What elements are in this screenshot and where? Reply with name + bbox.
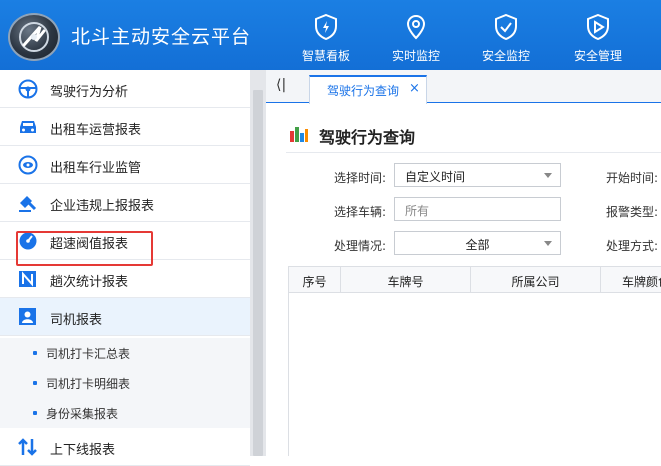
steering-wheel-icon (18, 79, 38, 99)
sidebar-item-label: 出租车行业监管 (50, 161, 142, 176)
sidebar-item-driver-report[interactable]: 司机报表 (0, 298, 250, 336)
app-logo[interactable] (8, 13, 60, 61)
time-select[interactable]: 自定义时间 (394, 163, 561, 187)
sub-item-label: 身份采集报表 (46, 407, 119, 421)
status-label: 处理情况: (334, 239, 387, 253)
nav-label: 安全监控 (481, 49, 530, 63)
selection-highlight-box (16, 231, 153, 266)
table-header-cell[interactable]: 车牌颜色 (601, 267, 661, 293)
bullet-dot (33, 411, 37, 415)
sidebar-item-label: 企业违规上报报表 (50, 199, 155, 214)
nav-safety-monitor[interactable]: 安全监控 (461, 0, 551, 70)
eye-icon (18, 155, 38, 175)
sidebar-scrollbar[interactable] (250, 70, 266, 456)
sidebar-item-label: 趟次统计报表 (50, 275, 129, 290)
chevron-down-icon (544, 173, 552, 178)
sidebar-item-violation-report[interactable]: 企业违规上报报表 (0, 184, 250, 222)
sidebar-item-taxi-supervision[interactable]: 出租车行业监管 (0, 146, 250, 184)
sub-item-label: 司机打卡明细表 (46, 377, 131, 391)
shield-check-icon (495, 14, 517, 40)
location-pin-icon (406, 14, 426, 40)
sub-item-driver-checkin-summary[interactable]: 司机打卡汇总表 (0, 338, 250, 368)
sidebar-item-taxi-operation[interactable]: 出租车运营报表 (0, 108, 250, 146)
user-icon (19, 308, 36, 325)
nav-label: 安全管理 (573, 49, 622, 63)
results-table: 序号 车牌号 所属公司 车牌颜色 (288, 266, 661, 456)
nav-realtime-monitor[interactable]: 实时监控 (371, 0, 461, 70)
sub-item-identity-collection[interactable]: 身份采集报表 (0, 398, 250, 428)
nav-dashboard[interactable]: 智慧看板 (281, 0, 371, 70)
sidebar-item-online-offline[interactable]: 上下线报表 (0, 428, 250, 466)
top-header: 北斗主动安全云平台 智慧看板 实时监控 安全监控 安全管理 (0, 0, 661, 70)
table-header-cell[interactable]: 所属公司 (471, 267, 601, 293)
sidebar-item-label: 司机报表 (50, 313, 103, 328)
bar-chart-icon (290, 127, 308, 142)
sidebar-item-driving-behavior[interactable]: 驾驶行为分析 (0, 70, 250, 108)
shield-flash-icon (315, 14, 337, 40)
table-header: 序号 车牌号 所属公司 车牌颜色 (289, 266, 661, 293)
nav-label: 智慧看板 (301, 49, 350, 63)
tab-driving-behavior-query[interactable]: 驾驶行为查询 × (309, 75, 427, 104)
up-down-arrows-icon (18, 438, 37, 456)
page-title: 驾驶行为查询 (319, 128, 416, 147)
time-select-value: 自定义时间 (405, 170, 466, 184)
tab-close-icon[interactable]: × (409, 81, 420, 96)
table-header-cell[interactable]: 车牌号 (341, 267, 471, 293)
start-time-label: 开始时间: (606, 171, 659, 185)
scrollbar-thumb[interactable] (253, 90, 263, 456)
app-title: 北斗主动安全云平台 (71, 26, 252, 48)
nav-safety-management[interactable]: 安全管理 (553, 0, 643, 70)
status-select[interactable]: 全部 (394, 231, 561, 255)
status-select-value: 全部 (465, 238, 490, 252)
main-content: ⟨| 驾驶行为查询 × 驾驶行为查询 选择时间: 自定义时间 开始时间: 选择车… (266, 70, 661, 456)
sub-item-driver-checkin-detail[interactable]: 司机打卡明细表 (0, 368, 250, 398)
title-divider (286, 152, 661, 153)
time-label: 选择时间: (334, 171, 387, 185)
table-header-cell[interactable]: 序号 (289, 267, 341, 293)
vehicle-label: 选择车辆: (334, 205, 387, 219)
sub-item-label: 司机打卡汇总表 (46, 347, 131, 361)
chart-n-icon (19, 271, 36, 287)
sidebar-item-label: 驾驶行为分析 (50, 85, 129, 100)
vehicle-input-placeholder: 所有 (405, 204, 430, 218)
sidebar-item-label: 出租车运营报表 (50, 123, 142, 138)
sidebar-item-label: 上下线报表 (50, 443, 116, 458)
alarm-type-label: 报警类型: (606, 205, 659, 219)
chevron-down-icon (544, 241, 552, 246)
vehicle-input[interactable]: 所有 (394, 197, 561, 221)
method-label: 处理方式: (606, 239, 659, 253)
bullet-dot (33, 381, 37, 385)
collapse-sidebar-button[interactable]: ⟨| (276, 77, 286, 93)
bullet-dot (33, 351, 37, 355)
gavel-icon (19, 196, 37, 212)
tab-label: 驾驶行为查询 (327, 84, 400, 98)
tab-bar: ⟨| 驾驶行为查询 × (266, 70, 661, 104)
logo-emblem-icon (19, 22, 49, 52)
nav-label: 实时监控 (391, 49, 440, 63)
car-icon (20, 121, 36, 133)
shield-play-icon (587, 14, 609, 40)
